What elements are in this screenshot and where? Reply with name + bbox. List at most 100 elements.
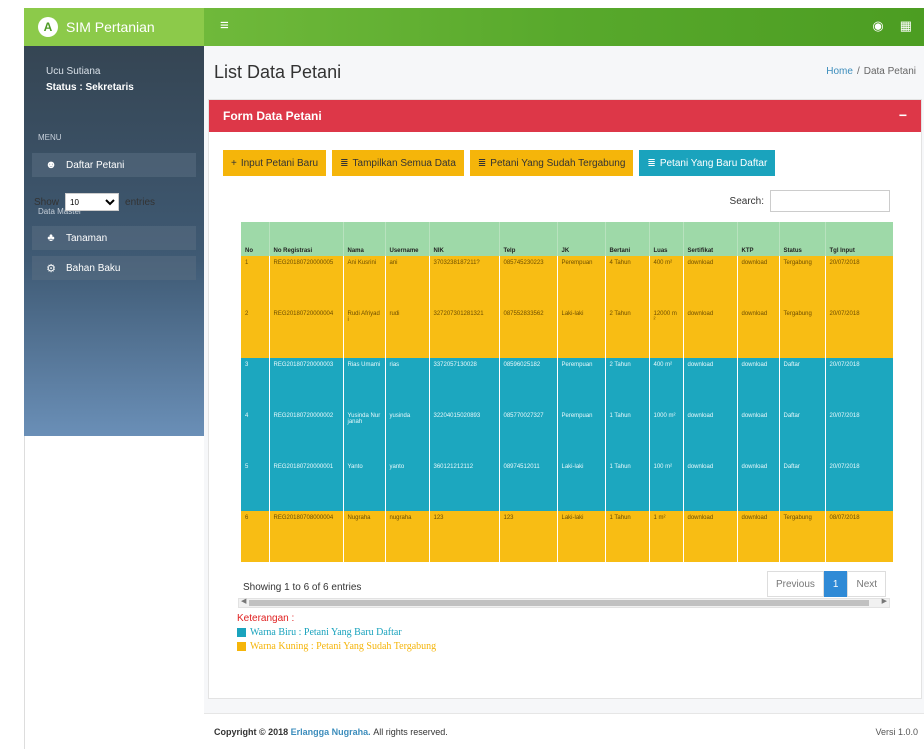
card-title: Form Data Petani (223, 109, 322, 123)
table-cell: 12000 m² (649, 307, 684, 358)
column-header[interactable]: Status (779, 222, 826, 256)
table-cell: 085745230223 (499, 256, 558, 307)
table-body: 1 REG20180720000005 Ani Kusrini ani 37032381… (241, 256, 893, 562)
column-header[interactable]: NIK (429, 222, 500, 256)
table-cell: 1 m² (649, 511, 684, 562)
tampilkan-semua-data-button[interactable]: ≣ Tampilkan Semua Data (332, 150, 464, 176)
brand[interactable]: A SIM Pertanian (24, 8, 204, 46)
column-header[interactable]: Bertani (605, 222, 650, 256)
table-cell: REG20180720000005 (269, 256, 344, 307)
user-name: Ucu Sutiana (46, 66, 101, 77)
scrollbar-thumb[interactable] (249, 600, 869, 606)
grid-icon[interactable]: ▦ (900, 18, 912, 34)
column-header[interactable]: Nama (343, 222, 386, 256)
column-header[interactable]: Username (385, 222, 430, 256)
button-label: Petani Yang Baru Daftar (659, 157, 768, 169)
download-link[interactable]: download (683, 358, 738, 409)
download-link[interactable]: download (683, 307, 738, 358)
table-cell: 360121212112 (429, 460, 500, 511)
pagination: Previous 1 Next (767, 571, 887, 597)
search-box: Search: (730, 190, 890, 212)
table-cell: 123 (429, 511, 500, 562)
button-label: Input Petani Baru (240, 157, 319, 169)
sidebar-item-label: Daftar Petani (66, 159, 125, 171)
column-header[interactable]: Luas (649, 222, 684, 256)
table-cell: 100 m² (649, 460, 684, 511)
petani-baru-daftar-button[interactable]: ≣ Petani Yang Baru Daftar (639, 150, 776, 176)
table-cell: Perempuan (557, 409, 606, 460)
sidebar-item-bahan-baku[interactable]: ⚙ Bahan Baku (32, 256, 196, 280)
download-link[interactable]: download (683, 409, 738, 460)
table-row: 1 REG20180720000005 Ani Kusrini ani 37032381… (241, 256, 893, 307)
download-link[interactable]: download (737, 460, 780, 511)
download-link[interactable]: download (683, 256, 738, 307)
table-cell: REG20180720000004 (269, 307, 344, 358)
show-label: Show (34, 196, 60, 208)
download-link[interactable]: download (737, 409, 780, 460)
sidebar-item-daftar-petani[interactable]: ☻ Daftar Petani (32, 153, 196, 177)
scroll-right-icon[interactable]: ▶ (882, 597, 887, 605)
entries-select[interactable]: 10 (65, 193, 120, 211)
sidebar-item-label: Tanaman (66, 232, 108, 244)
legend-label: Warna Kuning : Petani Yang Sudah Tergabu… (250, 641, 437, 652)
input-petani-baru-button[interactable]: + Input Petani Baru (223, 150, 327, 176)
table-cell: 20/07/2018 (825, 256, 893, 307)
column-header[interactable]: KTP (737, 222, 780, 256)
petani-tergabung-button[interactable]: ≣ Petani Yang Sudah Tergabung (469, 150, 634, 176)
list-icon: ≣ (340, 157, 349, 169)
collapse-icon[interactable]: − (899, 107, 907, 123)
table-cell: Tergabung (779, 256, 826, 307)
table-cell: 20/07/2018 (825, 307, 893, 358)
previous-page-button[interactable]: Previous (767, 571, 824, 597)
column-header[interactable]: Telp (499, 222, 558, 256)
column-header[interactable]: No Registrasi (269, 222, 344, 256)
column-header[interactable]: Sertifikat (683, 222, 738, 256)
app-root: A SIM Pertanian ≡ ◉ ▦ Ucu Sutiana Status… (0, 0, 924, 749)
download-link[interactable]: download (737, 256, 780, 307)
sidebar-item-tanaman[interactable]: ♣ Tanaman (32, 226, 196, 250)
column-header[interactable]: JK (557, 222, 606, 256)
sidebar: Ucu Sutiana Status : Sekretaris MENU ☻ D… (24, 46, 204, 436)
table-cell: 6 (241, 511, 270, 562)
user-status: Status : Sekretaris (46, 82, 134, 93)
user-icon[interactable]: ◉ (872, 18, 883, 34)
page-1-button[interactable]: 1 (823, 571, 848, 597)
table-cell: 087552833562 (499, 307, 558, 358)
next-page-button[interactable]: Next (847, 571, 887, 597)
download-link[interactable]: download (683, 460, 738, 511)
download-link[interactable]: download (737, 307, 780, 358)
column-header[interactable]: No (241, 222, 270, 256)
scroll-left-icon[interactable]: ◀ (241, 597, 246, 605)
table-cell: Laki-laki (557, 511, 606, 562)
yellow-swatch (237, 642, 246, 651)
download-link[interactable]: download (737, 358, 780, 409)
table-cell: 3 (241, 358, 270, 409)
menu-toggle-icon[interactable]: ≡ (220, 17, 229, 34)
copyright: Copyright © 2018 (214, 727, 289, 737)
table-cell: 400 m² (649, 358, 684, 409)
column-header[interactable]: Tgl Input (825, 222, 893, 256)
table-cell: 2 (241, 307, 270, 358)
cogs-icon: ⚙ (46, 262, 56, 275)
table-cell: 08596025182 (499, 358, 558, 409)
search-input[interactable] (770, 190, 890, 212)
breadcrumb-home[interactable]: Home (826, 66, 853, 77)
table-cell: rudi (385, 307, 430, 358)
table-cell: 20/07/2018 (825, 358, 893, 409)
table-cell: 08974512011 (499, 460, 558, 511)
table-cell: 08/07/2018 (825, 511, 893, 562)
brand-name: SIM Pertanian (66, 19, 155, 35)
table-cell: Rias Umami (343, 358, 386, 409)
table-cell: 1 Tahun (605, 511, 650, 562)
horizontal-scrollbar[interactable]: ◀ ▶ (238, 598, 890, 608)
table-cell: Tergabung (779, 511, 826, 562)
legend-item: Warna Biru : Petani Yang Baru Daftar (237, 627, 436, 638)
table-cell: 3703238187211? (429, 256, 500, 307)
download-link[interactable]: download (737, 511, 780, 562)
author-link[interactable]: Erlangga Nugraha. (291, 727, 371, 737)
table-cell: Ani Kusrini (343, 256, 386, 307)
table-cell: Rudi Afriyadi (343, 307, 386, 358)
download-link[interactable]: download (683, 511, 738, 562)
rights-text: All rights reserved. (373, 727, 448, 737)
table-cell: 32204015020893 (429, 409, 500, 460)
